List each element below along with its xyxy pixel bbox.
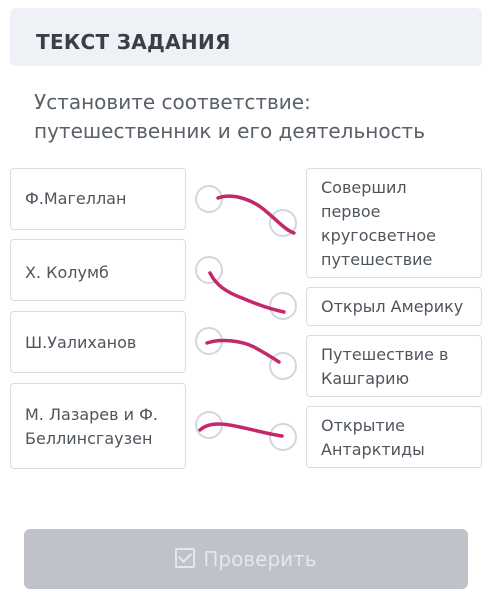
check-button-label: Проверить xyxy=(203,547,317,571)
left-connector-1[interactable] xyxy=(195,185,223,213)
left-connector-2[interactable] xyxy=(195,256,223,284)
right-item-antarctica[interactable]: Открытие Антарктиды xyxy=(306,406,482,468)
right-connector-3[interactable] xyxy=(269,352,297,380)
task-header: ТЕКСТ ЗАДАНИЯ xyxy=(10,8,482,66)
check-button[interactable]: Проверить xyxy=(24,529,468,589)
hand-drawn-link-3 xyxy=(205,338,281,364)
hand-drawn-link-1 xyxy=(216,194,296,235)
right-connector-1[interactable] xyxy=(269,209,297,237)
left-item-lazarev-bellingshausen[interactable]: М. Лазарев и Ф. Беллинсгаузен xyxy=(10,383,186,469)
header-title: ТЕКСТ ЗАДАНИЯ xyxy=(36,30,231,54)
left-connector-4[interactable] xyxy=(195,411,223,439)
hand-drawn-link-4 xyxy=(198,422,284,438)
right-connector-2[interactable] xyxy=(269,292,297,320)
right-item-america[interactable]: Открыл Америку xyxy=(306,287,482,326)
task-instruction: Установите соответствие: путешественник … xyxy=(34,90,425,143)
left-item-magellan[interactable]: Ф.Магеллан xyxy=(10,168,186,230)
left-item-columbus[interactable]: Х. Колумб xyxy=(10,239,186,301)
check-square-icon xyxy=(175,548,196,568)
left-item-ualikhanov[interactable]: Ш.Уалиханов xyxy=(10,311,186,373)
right-item-kashgaria[interactable]: Путешествие в Кашгарию xyxy=(306,335,482,397)
hand-drawn-link-2 xyxy=(208,271,286,314)
right-connector-4[interactable] xyxy=(269,423,297,451)
right-item-circumnavigation[interactable]: Совершил первое кругосветное путешествие xyxy=(306,168,482,278)
left-connector-3[interactable] xyxy=(195,327,223,355)
